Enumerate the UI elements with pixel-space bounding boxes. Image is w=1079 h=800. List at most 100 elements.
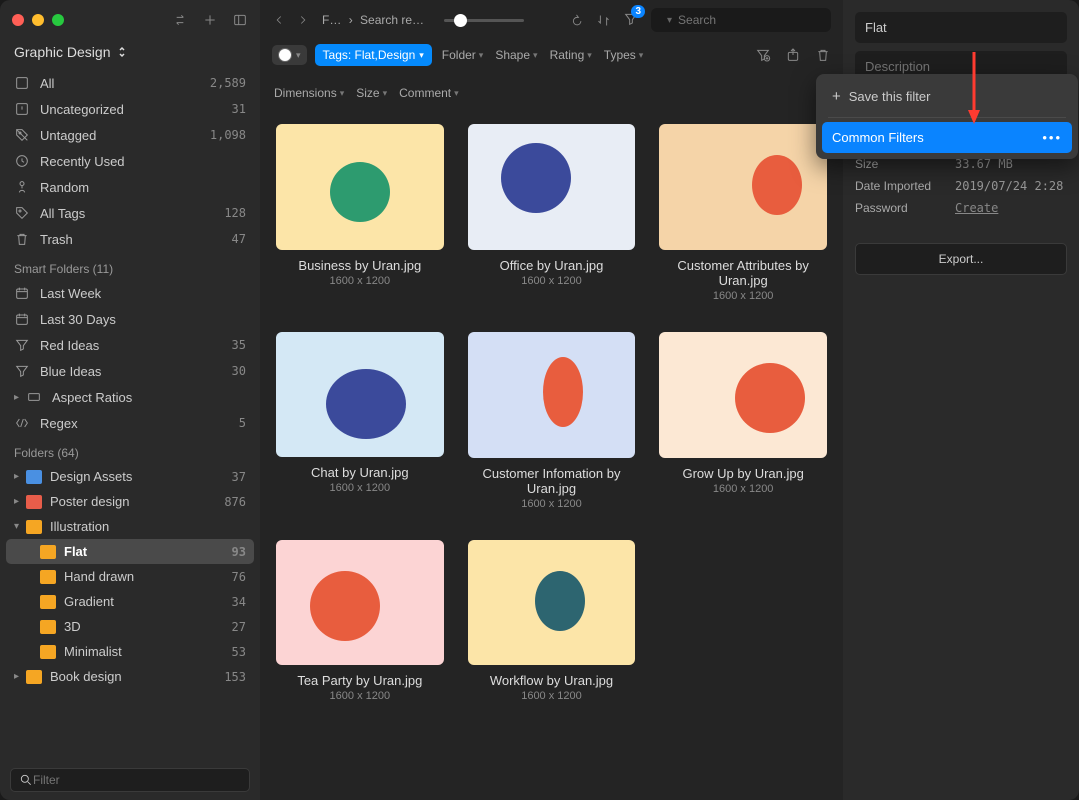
filter-dimensions[interactable]: Dimensions▾ — [272, 82, 346, 104]
close-window-button[interactable] — [12, 14, 24, 26]
filter-size[interactable]: Size▾ — [354, 82, 389, 104]
save-filter-icon[interactable] — [755, 47, 771, 63]
filter-comment[interactable]: Comment▾ — [397, 82, 461, 104]
tags-filter-chip[interactable]: Tags: Flat,Design▾ — [315, 44, 432, 66]
sidebar-item-count: 93 — [232, 545, 246, 559]
sidebar-item-label: Illustration — [50, 519, 246, 534]
sidebar-item-gradient[interactable]: Gradient34 — [6, 589, 254, 614]
sidebar-item-flat[interactable]: Flat93 — [6, 539, 254, 564]
thumbnail-tile[interactable]: Tea Party by Uran.jpg1600 x 1200 — [276, 540, 444, 703]
breadcrumb[interactable]: F… › Search re… — [320, 13, 426, 27]
prop-date-imported: Date Imported2019/07/24 2:28 — [855, 175, 1067, 197]
swap-icon[interactable] — [172, 12, 188, 28]
thumbnail-size-slider[interactable] — [444, 19, 524, 22]
sidebar-item-label: Aspect Ratios — [52, 390, 246, 405]
sidebar-filter-input[interactable] — [33, 773, 241, 787]
smart-folders-header: Smart Folders (11) — [6, 252, 254, 280]
share-icon[interactable] — [785, 47, 801, 63]
sidebar-toggle-icon[interactable] — [232, 12, 248, 28]
sidebar-filter[interactable] — [10, 768, 250, 792]
delete-icon[interactable] — [815, 47, 831, 63]
filter-types[interactable]: Types▾ — [602, 44, 646, 66]
sidebar-item-label: Minimalist — [64, 644, 232, 659]
filter-label: Rating — [550, 48, 585, 62]
tags-icon — [14, 205, 30, 221]
sidebar-item-regex[interactable]: Regex5 — [6, 410, 254, 436]
refresh-icon[interactable] — [569, 13, 584, 28]
sidebar-item-last-week[interactable]: Last Week — [6, 280, 254, 306]
random-icon — [14, 179, 30, 195]
sidebar-item-label: Trash — [40, 232, 232, 247]
sidebar-item-label: All Tags — [40, 206, 224, 221]
sidebar-item-all-tags[interactable]: All Tags128 — [6, 200, 254, 226]
filter-rating[interactable]: Rating▾ — [548, 44, 594, 66]
nav-back-icon[interactable] — [272, 13, 286, 27]
filter-shape[interactable]: Shape▾ — [493, 44, 539, 66]
sidebar-item-poster-design[interactable]: ▸Poster design876 — [6, 489, 254, 514]
search-input[interactable] — [678, 13, 833, 27]
sidebar-item-minimalist[interactable]: Minimalist53 — [6, 639, 254, 664]
thumbnail-image — [468, 540, 636, 666]
tile-dimensions: 1600 x 1200 — [468, 275, 636, 287]
create-password-link[interactable]: Create — [955, 201, 998, 215]
thumbnail-tile[interactable]: Workflow by Uran.jpg1600 x 1200 — [468, 540, 636, 703]
sidebar-item-trash[interactable]: Trash47 — [6, 226, 254, 252]
sidebar-item-recently-used[interactable]: Recently Used — [6, 148, 254, 174]
minimize-window-button[interactable] — [32, 14, 44, 26]
sidebar-item-untagged[interactable]: Untagged1,098 — [6, 122, 254, 148]
export-button[interactable]: Export... — [855, 243, 1067, 275]
maximize-window-button[interactable] — [52, 14, 64, 26]
sidebar-item-aspect-ratios[interactable]: ▸Aspect Ratios — [6, 384, 254, 410]
inspector-name-input[interactable] — [855, 12, 1067, 43]
tile-dimensions: 1600 x 1200 — [276, 690, 444, 702]
sidebar-item-red-ideas[interactable]: Red Ideas35 — [6, 332, 254, 358]
sidebar-item-illustration[interactable]: ▾Illustration — [6, 514, 254, 539]
nav-forward-icon[interactable] — [296, 13, 310, 27]
thumbnail-tile[interactable]: Customer Infomation by Uran.jpg1600 x 12… — [468, 332, 636, 510]
library-selector[interactable]: Graphic Design — [0, 40, 260, 70]
thumbnail-tile[interactable]: Chat by Uran.jpg1600 x 1200 — [276, 332, 444, 510]
tile-dimensions: 1600 x 1200 — [659, 483, 827, 495]
sidebar-item-all[interactable]: All2,589 — [6, 70, 254, 96]
sidebar-item-label: Design Assets — [50, 469, 232, 484]
search-icon — [19, 773, 33, 787]
sidebar-item-label: Last Week — [40, 286, 246, 301]
common-filters-row[interactable]: Common Filters ••• — [822, 122, 1072, 153]
filter-button[interactable]: 3 — [623, 11, 639, 30]
more-icon[interactable]: ••• — [1042, 130, 1062, 145]
main-panel: F… › Search re… 3 ▾ ▾ Tags: Flat,Design▾… — [260, 0, 843, 800]
sidebar-item-label: Regex — [40, 416, 239, 431]
sidebar-item-random[interactable]: Random — [6, 174, 254, 200]
sidebar-item-blue-ideas[interactable]: Blue Ideas30 — [6, 358, 254, 384]
breadcrumb-a: F… — [322, 13, 341, 27]
folder-icon — [40, 570, 56, 584]
sidebar-item-count: 153 — [224, 670, 246, 684]
sidebar-item-hand-drawn[interactable]: Hand drawn76 — [6, 564, 254, 589]
thumbnail-tile[interactable]: Grow Up by Uran.jpg1600 x 1200 — [659, 332, 827, 510]
sidebar-item-3d[interactable]: 3D27 — [6, 614, 254, 639]
search-box[interactable]: ▾ — [651, 8, 831, 32]
save-filter-row[interactable]: + Save this filter — [822, 80, 1072, 113]
sidebar-item-label: Last 30 Days — [40, 312, 246, 327]
tile-filename: Customer Infomation by Uran.jpg — [468, 466, 636, 496]
add-icon[interactable] — [202, 12, 218, 28]
tile-filename: Chat by Uran.jpg — [276, 465, 444, 480]
color-filter-chip[interactable]: ▾ — [272, 45, 307, 65]
sidebar-item-count: 128 — [224, 206, 246, 220]
filter-folder[interactable]: Folder▾ — [440, 44, 486, 66]
sidebar-item-count: 5 — [239, 416, 246, 430]
thumbnail-image — [276, 540, 444, 666]
thumbnail-tile[interactable]: Office by Uran.jpg1600 x 1200 — [468, 124, 636, 302]
sidebar-item-last-30-days[interactable]: Last 30 Days — [6, 306, 254, 332]
sort-icon[interactable] — [596, 13, 611, 28]
sidebar-item-uncategorized[interactable]: Uncategorized31 — [6, 96, 254, 122]
sidebar-item-label: All — [40, 76, 210, 91]
thumbnail-tile[interactable]: Business by Uran.jpg1600 x 1200 — [276, 124, 444, 302]
sidebar-item-book-design[interactable]: ▸Book design153 — [6, 664, 254, 689]
filter-icon — [14, 363, 30, 379]
thumbnail-tile[interactable]: Customer Attributes by Uran.jpg1600 x 12… — [659, 124, 827, 302]
filter-icon — [14, 337, 30, 353]
sidebar-item-design-assets[interactable]: ▸Design Assets37 — [6, 464, 254, 489]
untag-icon — [14, 127, 30, 143]
filter-popup: + Save this filter Common Filters ••• — [816, 74, 1078, 159]
